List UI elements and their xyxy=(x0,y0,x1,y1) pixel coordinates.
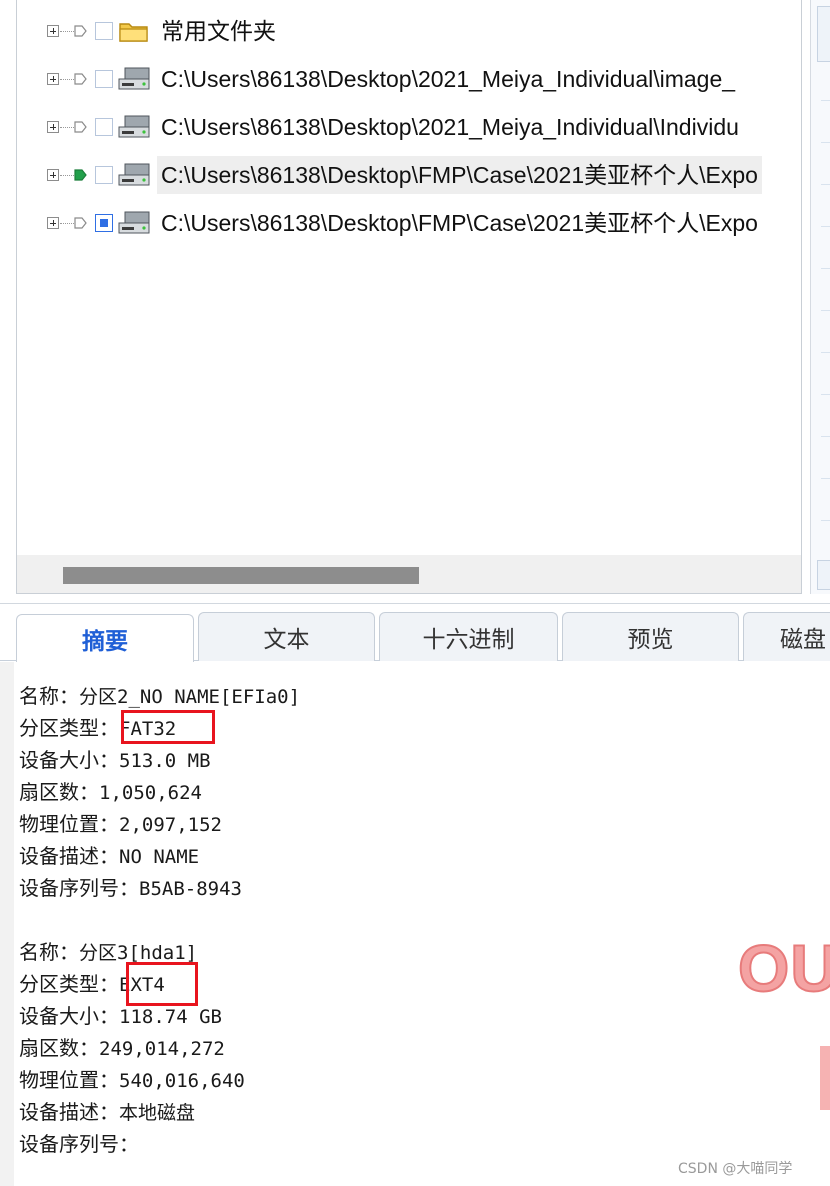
expand-icon[interactable] xyxy=(47,25,59,37)
detail-line-name: 名称：分区2_NO NAME[EFIa0] xyxy=(19,684,301,708)
overlay-mark xyxy=(820,1046,830,1110)
disk-drive-icon xyxy=(118,163,150,186)
select-checkbox[interactable] xyxy=(95,166,113,184)
grid-line xyxy=(821,478,830,479)
flag-icon xyxy=(74,169,87,181)
tab-hex[interactable]: 十六进制 xyxy=(379,612,558,661)
detail-line-device-description: 设备描述：NO NAME xyxy=(19,844,200,868)
watermark: CSDN @大喵同学 xyxy=(678,1161,793,1177)
side-panel xyxy=(810,0,830,594)
overlay-text: OU xyxy=(737,930,830,1006)
folder-icon xyxy=(119,23,148,42)
flag-icon xyxy=(74,121,87,133)
disk-drive-icon xyxy=(118,115,150,138)
tree-connector xyxy=(60,222,74,224)
highlight-box-ext4 xyxy=(126,962,198,1006)
tree-panel: 常用文件夹 C:\Users\86138\Desktop\2021_Meiya_… xyxy=(16,0,802,594)
select-checkbox[interactable] xyxy=(95,118,113,136)
detail-line-device-size: 设备大小：513.0 MB xyxy=(19,748,211,772)
select-checkbox[interactable] xyxy=(95,214,113,232)
disk-drive-icon xyxy=(118,211,150,234)
grid-line xyxy=(821,436,830,437)
tree-row-label[interactable]: C:\Users\86138\Desktop\FMP\Case\2021美亚杯个… xyxy=(157,204,762,242)
grid-line xyxy=(821,100,830,101)
flag-icon xyxy=(74,217,87,229)
grid-line xyxy=(821,226,830,227)
panel-splitter[interactable] xyxy=(0,594,830,604)
tree-connector xyxy=(60,126,74,128)
tab-summary[interactable]: 摘要 xyxy=(16,614,194,662)
detail-gutter xyxy=(0,662,14,1186)
expand-icon[interactable] xyxy=(47,217,59,229)
tree-row-image-path[interactable]: C:\Users\86138\Desktop\2021_Meiya_Indivi… xyxy=(17,58,801,100)
detail-line-device-description: 设备描述：本地磁盘 xyxy=(19,1100,196,1124)
tree-row-individual-path[interactable]: C:\Users\86138\Desktop\2021_Meiya_Indivi… xyxy=(17,106,801,148)
tree-row-common-folders[interactable]: 常用文件夹 xyxy=(17,10,801,52)
expand-icon[interactable] xyxy=(47,73,59,85)
tree-connector xyxy=(60,174,74,176)
detail-line-physical-location: 物理位置：540,016,640 xyxy=(19,1068,245,1092)
tree-row-export-selected[interactable]: C:\Users\86138\Desktop\FMP\Case\2021美亚杯个… xyxy=(17,154,801,196)
grid-line xyxy=(821,268,830,269)
tree-connector xyxy=(60,30,74,32)
tree-connector xyxy=(60,78,74,80)
tree-row-label[interactable]: C:\Users\86138\Desktop\FMP\Case\2021美亚杯个… xyxy=(157,156,762,194)
tree-row-label[interactable]: 常用文件夹 xyxy=(157,12,280,50)
expand-icon[interactable] xyxy=(47,169,59,181)
grid-line xyxy=(821,184,830,185)
select-checkbox[interactable] xyxy=(95,22,113,40)
grid-line xyxy=(821,142,830,143)
grid-line xyxy=(821,310,830,311)
tab-text[interactable]: 文本 xyxy=(198,612,375,661)
tab-disk[interactable]: 磁盘 xyxy=(743,612,830,661)
highlight-box-fat32 xyxy=(121,710,215,744)
flag-icon xyxy=(74,73,87,85)
side-panel-header xyxy=(817,6,830,62)
detail-line-sector-count: 扇区数：1,050,624 xyxy=(19,780,202,804)
select-checkbox[interactable] xyxy=(95,70,113,88)
grid-line xyxy=(821,394,830,395)
tree-row-export-partial[interactable]: C:\Users\86138\Desktop\FMP\Case\2021美亚杯个… xyxy=(17,202,801,244)
grid-line xyxy=(821,520,830,521)
grid-line xyxy=(821,352,830,353)
scrollbar-thumb[interactable] xyxy=(63,567,419,584)
expand-icon[interactable] xyxy=(47,121,59,133)
detail-line-physical-location: 物理位置：2,097,152 xyxy=(19,812,222,836)
side-panel-scroll-button[interactable] xyxy=(817,560,830,590)
flag-icon xyxy=(74,25,87,37)
detail-line-serial-number: 设备序列号：B5AB-8943 xyxy=(19,876,242,900)
tree-row-label[interactable]: C:\Users\86138\Desktop\2021_Meiya_Indivi… xyxy=(157,108,743,146)
tab-preview[interactable]: 预览 xyxy=(562,612,739,661)
disk-drive-icon xyxy=(118,67,150,90)
detail-line-sector-count: 扇区数：249,014,272 xyxy=(19,1036,225,1060)
detail-line-serial-number: 设备序列号： xyxy=(19,1132,139,1156)
tree-row-label[interactable]: C:\Users\86138\Desktop\2021_Meiya_Indivi… xyxy=(157,60,739,98)
